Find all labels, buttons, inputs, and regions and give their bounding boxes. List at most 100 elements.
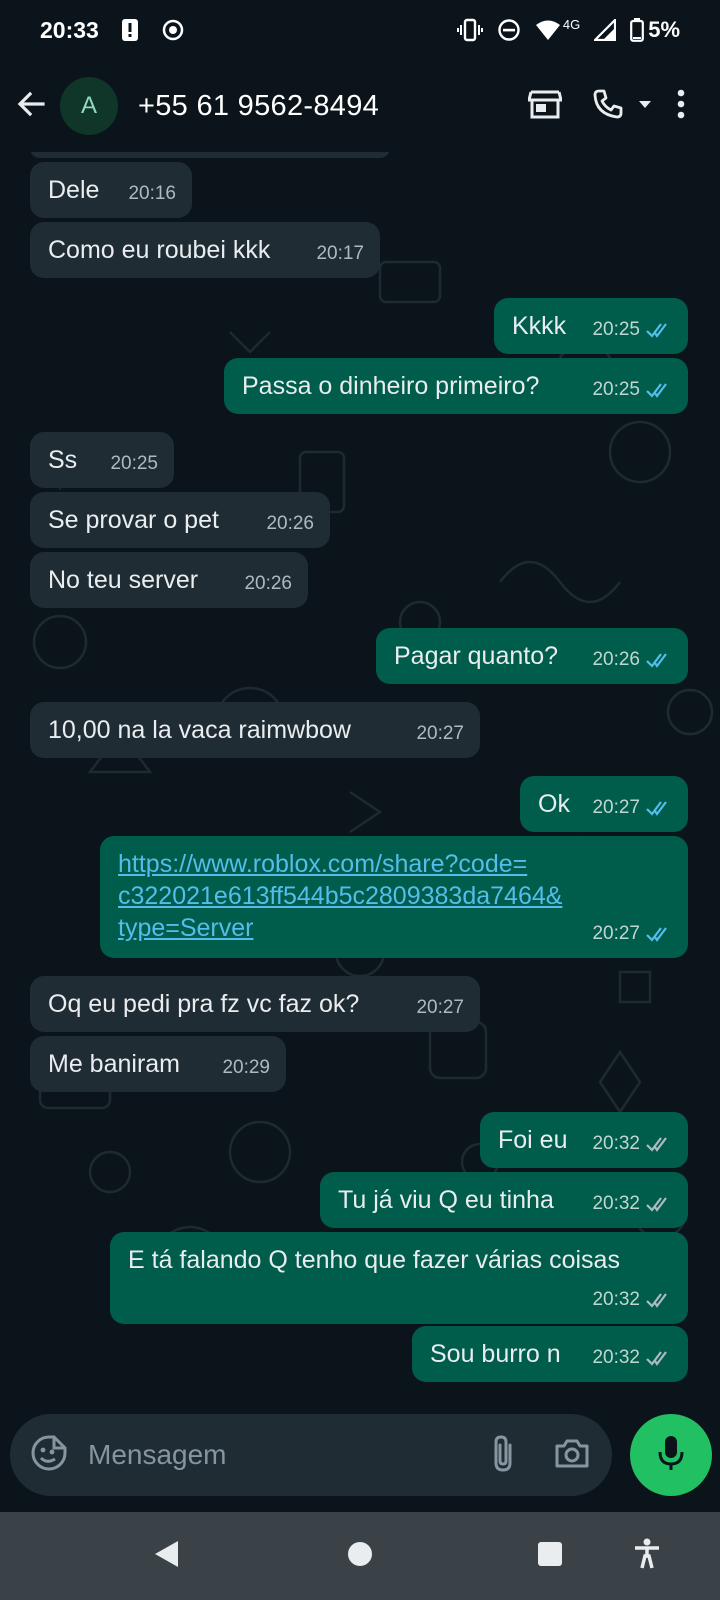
message-time: 20:29	[222, 1057, 270, 1078]
previous-message-edge	[30, 152, 390, 158]
double-check-icon	[646, 1137, 667, 1152]
message-meta: 20:16	[128, 178, 176, 210]
camera-icon	[554, 1439, 590, 1473]
incoming-message[interactable]: Oq eu pedi pra fz vc faz ok? 20:27	[30, 976, 480, 1032]
incoming-message[interactable]: Dele 20:16	[30, 162, 192, 218]
square-recents-icon	[537, 1541, 563, 1572]
paperclip-icon	[490, 1434, 516, 1477]
message-text: Como eu roubei kkk	[48, 236, 271, 264]
outgoing-message[interactable]: Kkkk 20:25	[494, 298, 688, 354]
nav-home-button[interactable]	[330, 1512, 390, 1600]
chevron-down-icon	[638, 97, 652, 115]
message-meta: 20:26	[244, 568, 292, 600]
incoming-message[interactable]: Me baniram 20:29	[30, 1036, 286, 1092]
contact-name[interactable]: +55 61 9562-8494	[138, 90, 379, 123]
message-meta: 20:25	[592, 314, 672, 346]
network-type: 4G	[562, 16, 581, 32]
outgoing-message[interactable]: Pagar quanto? 20:26	[376, 628, 688, 684]
call-button[interactable]	[578, 76, 656, 136]
message-meta: 20:27	[416, 992, 464, 1024]
message-meta: 20:32	[592, 1188, 672, 1220]
do-not-disturb-icon	[497, 18, 521, 42]
double-check-icon	[646, 653, 667, 668]
message-meta: 20:27	[416, 718, 464, 750]
link-line[interactable]: type=Server	[118, 912, 670, 944]
message-meta: 20:29	[222, 1052, 270, 1084]
outgoing-message[interactable]: https://www.roblox.com/share?code= c32202…	[100, 836, 688, 958]
message-time: 20:32	[592, 1133, 640, 1154]
store-icon	[527, 89, 563, 124]
message-meta: 20:27	[592, 918, 672, 950]
emoji-icon	[30, 1434, 68, 1477]
message-meta: 20:32	[592, 1284, 672, 1316]
message-text: 10,00 na la vaca raimwbow	[48, 716, 351, 744]
message-time: 20:26	[266, 513, 314, 534]
message-link[interactable]: https://www.roblox.com/share?code= c32202…	[118, 848, 670, 944]
system-navigation-bar	[0, 1512, 720, 1600]
incoming-message[interactable]: Ss 20:25	[30, 432, 174, 488]
message-time: 20:25	[592, 379, 640, 400]
message-time: 20:32	[592, 1193, 640, 1214]
message-input[interactable]: Mensagem	[88, 1439, 227, 1471]
arrow-left-icon	[16, 89, 46, 124]
double-check-icon	[646, 1197, 667, 1212]
circle-home-icon	[347, 1541, 373, 1572]
avatar[interactable]: A	[60, 77, 118, 135]
outgoing-message[interactable]: Tu já viu Q eu tinha 20:32	[320, 1172, 688, 1228]
triangle-back-icon	[152, 1539, 180, 1574]
message-time: 20:32	[592, 1289, 640, 1310]
message-text: Oq eu pedi pra fz vc faz ok?	[48, 990, 360, 1018]
incoming-message[interactable]: Se provar o pet 20:26	[30, 492, 330, 548]
message-time: 20:27	[416, 723, 464, 744]
outgoing-message[interactable]: Foi eu 20:32	[480, 1112, 688, 1168]
double-check-icon	[646, 1351, 667, 1366]
incoming-message[interactable]: No teu server 20:26	[30, 552, 308, 608]
incoming-message[interactable]: 10,00 na la vaca raimwbow 20:27	[30, 702, 480, 758]
message-time: 20:17	[316, 243, 364, 264]
outgoing-message[interactable]: Passa o dinheiro primeiro? 20:25	[224, 358, 688, 414]
microphone-icon	[657, 1434, 685, 1477]
message-time: 20:27	[592, 923, 640, 944]
message-time: 20:25	[110, 453, 158, 474]
camera-button[interactable]	[554, 1437, 590, 1474]
message-meta: 20:27	[592, 792, 672, 824]
message-meta: 20:32	[592, 1342, 672, 1374]
outgoing-message[interactable]: E tá falando Q tenho que fazer várias co…	[110, 1232, 688, 1324]
vibrate-icon	[456, 18, 483, 42]
record-icon	[161, 18, 185, 42]
link-line[interactable]: c322021e613ff544b5c2809383da7464&	[118, 880, 670, 912]
avatar-letter: A	[80, 92, 97, 119]
message-time: 20:26	[244, 573, 292, 594]
double-check-icon	[646, 927, 667, 942]
nav-back-button[interactable]	[136, 1512, 196, 1600]
message-time: 20:26	[592, 649, 640, 670]
chat-header: A +55 61 9562-8494	[0, 60, 720, 152]
attach-button[interactable]	[490, 1433, 516, 1478]
message-meta: 20:26	[592, 644, 672, 676]
message-time: 20:25	[592, 319, 640, 340]
back-button[interactable]	[2, 76, 60, 136]
nav-recents-button[interactable]	[520, 1512, 580, 1600]
double-check-icon	[646, 383, 667, 398]
message-time: 20:32	[592, 1347, 640, 1368]
accessibility-icon	[633, 1538, 661, 1575]
message-composer[interactable]: Mensagem	[10, 1414, 612, 1496]
more-vertical-icon	[677, 89, 685, 124]
message-time: 20:16	[128, 183, 176, 204]
store-button[interactable]	[512, 76, 578, 136]
link-line[interactable]: https://www.roblox.com/share?code=	[118, 848, 670, 880]
emoji-button[interactable]	[14, 1434, 84, 1477]
more-options-button[interactable]	[656, 76, 706, 136]
message-meta: 20:17	[316, 238, 364, 270]
message-text: E tá falando Q tenho que fazer várias co…	[128, 1246, 620, 1274]
battery-icon	[630, 18, 645, 42]
outgoing-message[interactable]: Ok 20:27	[520, 776, 688, 832]
status-bar: 20:33 4G 5%	[0, 0, 720, 60]
voice-message-button[interactable]	[630, 1414, 712, 1496]
double-check-icon	[646, 801, 667, 816]
outgoing-message[interactable]: Sou burro n 20:32	[412, 1326, 688, 1382]
message-list[interactable]: Dele 20:16 Como eu roubei kkk 20:17 Kkkk 20:2…	[0, 152, 720, 1400]
incoming-message[interactable]: Como eu roubei kkk 20:17	[30, 222, 380, 278]
alert-icon	[121, 18, 139, 42]
accessibility-button[interactable]	[617, 1512, 677, 1600]
